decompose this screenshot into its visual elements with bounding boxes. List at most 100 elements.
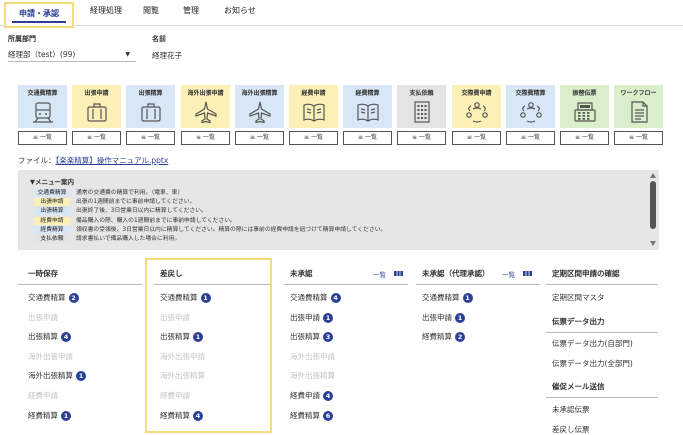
guide-row: 出張精算 出張終了後、3日営業日以内に精算してください。 (34, 205, 207, 216)
tile-2[interactable]: 出張精算 (126, 85, 175, 128)
list-item[interactable]: 交通費精算 1 (422, 292, 473, 303)
count-badge: 1 (76, 371, 86, 382)
list-item: 海外出張申請 (28, 351, 73, 362)
tile-label: 振替伝票 (572, 90, 597, 96)
list-item[interactable]: 交通費精算 2 (28, 292, 79, 303)
guide-row: 出張申請 出張の1週間前までに事前申請してください。 (34, 196, 195, 207)
tile-label: 経費精算 (355, 90, 380, 96)
section-divider (546, 284, 658, 285)
count-badge: 1 (462, 293, 473, 303)
tile-label: 出張精算 (138, 90, 163, 96)
ichiran-link-proxy[interactable]: 一覧 (502, 269, 532, 279)
file-label: ファイル： (18, 156, 56, 165)
tile-label: 交際費申請 (461, 90, 492, 96)
column-divider (416, 284, 540, 285)
list-item[interactable]: 経費精算 6 (290, 410, 333, 421)
list-item-label: 出張申請 (290, 312, 320, 322)
right-link[interactable]: 伝票データ出力(全部門) (552, 358, 633, 369)
tile-11[interactable]: ワークフロー (614, 85, 663, 128)
list-item[interactable]: 経費精算 1 (28, 410, 71, 421)
count-badge: 1 (455, 312, 465, 323)
list-button-5[interactable]: ≡ 一覧 (289, 131, 338, 145)
grid-icon (386, 271, 403, 279)
list-button-3[interactable]: ≡ 一覧 (181, 131, 230, 145)
highlight-returned-column (145, 258, 272, 433)
tab-admin[interactable]: 管理 (183, 5, 199, 16)
guide-text: 領収書の受領後、3日営業日以内に精算してください。精算の際には事前の経費申請を紐… (76, 226, 387, 233)
list-button-8[interactable]: ≡ 一覧 (452, 131, 501, 145)
train-icon (18, 100, 67, 124)
list-item-label: 経費精算 (28, 410, 58, 420)
top-nav: 申請・承認 経理処理 閲覧 管理 お知らせ (0, 0, 683, 28)
tile-10[interactable]: 振替伝票 (560, 85, 609, 128)
menu-guide: ▼メニュー案内 交通費精算 通常の交通費の精算で利用。（電車、車） 出張申請 出張の1… (18, 170, 659, 250)
ichiran-link-unapproved[interactable]: 一覧 (373, 269, 403, 279)
tile-4[interactable]: 海外出張精算 (235, 85, 284, 128)
dept-select[interactable]: 経理部（test）(99) ▼ (8, 46, 136, 62)
guide-row: 経費申請 備品購入の際、購入の1週間前までに事前申請してください。 (34, 215, 236, 225)
guide-text: 請求書払いで備品購入した場合に利用。 (76, 236, 181, 242)
list-button-1[interactable]: ≡ 一覧 (72, 131, 121, 145)
tile-0[interactable]: 交通費精算 (18, 85, 67, 128)
tab-notice[interactable]: お知らせ (224, 5, 256, 16)
tile-label: 経費申請 (301, 90, 326, 96)
section-reminder: 催促メール送信 (552, 382, 605, 391)
list-item-label: 経費精算 (422, 332, 452, 342)
list-item[interactable]: 交通費精算 4 (290, 292, 341, 303)
list-button-7[interactable]: ≡ 一覧 (397, 131, 446, 145)
list-item[interactable]: 経費申請 4 (290, 390, 333, 401)
column-divider (284, 284, 408, 285)
guide-text: 通常の交通費の精算で利用。（電車、車） (76, 190, 184, 196)
tab-browse[interactable]: 閲覧 (143, 5, 159, 16)
tile-3[interactable]: 海外出張申請 (181, 85, 230, 128)
guide-scrollbar[interactable] (649, 172, 657, 248)
list-button-9[interactable]: ≡ 一覧 (506, 131, 555, 145)
airplane-icon (235, 100, 284, 124)
tab-accounting[interactable]: 経理処理 (90, 5, 122, 16)
list-item[interactable]: 出張精算 3 (290, 331, 333, 343)
list-item-label: 経費精算 (290, 410, 320, 420)
count-badge: 4 (323, 391, 333, 401)
people-icon (506, 100, 555, 124)
tile-9[interactable]: 交際費精算 (506, 85, 555, 128)
list-button-11[interactable]: ≡ 一覧 (614, 131, 663, 145)
right-link[interactable]: 差戻し伝票 (552, 424, 590, 435)
list-button-4[interactable]: ≡ 一覧 (235, 131, 284, 145)
list-button-2[interactable]: ≡ 一覧 (126, 131, 175, 145)
guide-text: 出張終了後、3日営業日以内に精算してください。 (76, 208, 207, 215)
guide-row: 交通費精算 通常の交通費の精算で利用。（電車、車） (34, 187, 184, 197)
list-item[interactable]: 海外出張精算 1 (28, 370, 86, 382)
section-commuter: 定期区間申請の確認 (552, 269, 620, 278)
list-item: 出張申請 (28, 312, 58, 323)
list-item[interactable]: 出張申請 1 (290, 312, 333, 323)
list-item-label: 交通費精算 (422, 293, 460, 302)
right-link[interactable]: 未承認伝票 (552, 404, 590, 415)
count-badge: 1 (323, 312, 333, 323)
list-item-label: 海外出張申請 (28, 351, 73, 361)
list-item[interactable]: 出張精算 4 (28, 331, 71, 343)
list-item[interactable]: 出張申請 1 (422, 312, 465, 323)
list-button-6[interactable]: ≡ 一覧 (343, 131, 392, 145)
count-badge: 1 (61, 410, 71, 421)
chevron-down-icon: ▼ (125, 51, 130, 58)
count-badge: 6 (323, 410, 333, 421)
list-button-10[interactable]: ≡ 一覧 (560, 131, 609, 145)
right-link[interactable]: 定期区間マスタ (552, 292, 605, 303)
list-item[interactable]: 経費精算 2 (422, 331, 465, 343)
tile-6[interactable]: 経費精算 (343, 85, 392, 128)
ichiran-label: 一覧 (373, 271, 386, 279)
tile-7[interactable]: 支払依頼 (397, 85, 446, 128)
guide-row: 経費精算 領収書の受領後、3日営業日以内に精算してください。精算の際には事前の経費… (34, 224, 387, 234)
tile-8[interactable]: 交際費申請 (452, 85, 501, 128)
guide-badge: 支払依頼 (34, 235, 70, 243)
list-button-0[interactable]: ≡ 一覧 (18, 131, 67, 145)
manual-link[interactable]: 【楽楽精算】操作マニュアル.pptx (56, 156, 169, 165)
tab-apply-approve[interactable]: 申請・承認 (4, 2, 74, 28)
tile-5[interactable]: 経費申請 (289, 85, 338, 128)
tile-1[interactable]: 出張申請 (72, 85, 121, 128)
list-item-label: 経費申請 (28, 391, 58, 400)
guide-text: 備品購入の際、購入の1週間前までに事前申請してください。 (76, 217, 236, 224)
list-item-label: 出張申請 (422, 312, 452, 322)
column-divider (18, 284, 142, 285)
right-link[interactable]: 伝票データ出力(自部門) (552, 338, 633, 349)
